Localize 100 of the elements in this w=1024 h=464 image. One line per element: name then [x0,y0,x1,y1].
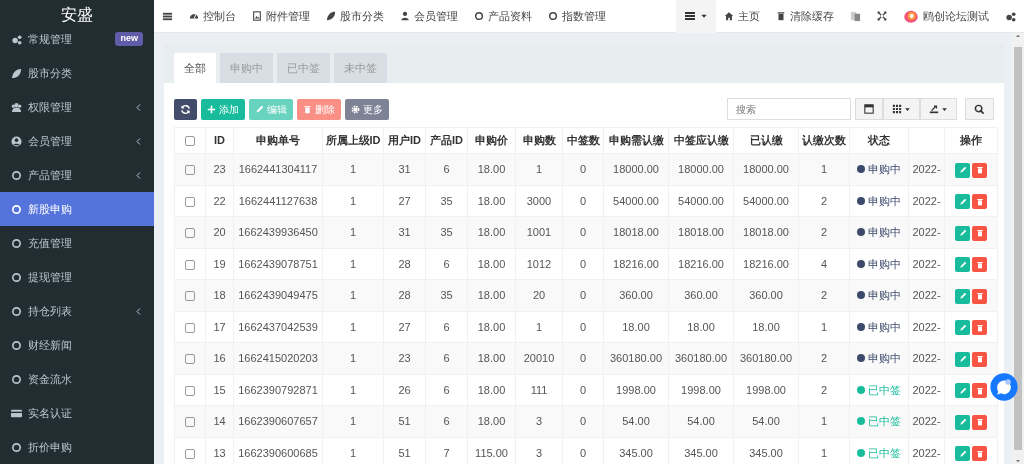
sidebar-item[interactable]: 充值管理 [0,226,154,260]
table-cell: 18 [213,289,226,301]
table-cell: 31 [398,226,411,238]
edit-button[interactable] [955,351,970,367]
column-header: 操作 [944,127,998,154]
table-cell: 6 [443,383,450,396]
sidebar-item[interactable]: 常规管理 new [0,22,154,56]
delete-button[interactable] [972,162,987,178]
table-cell: 1 [349,194,357,207]
delete-button[interactable] [972,446,987,462]
table-cell: 18.00 [477,194,506,207]
nav-link[interactable]: 指数管理 [540,0,614,33]
trash-icon [975,323,984,332]
table-cell: 20 [213,226,226,238]
nav-link[interactable]: 控制台 [181,0,244,33]
row-checkbox[interactable] [185,228,195,239]
tab[interactable]: 全部 [174,53,216,83]
table-cell: 4 [820,257,828,270]
row-checkbox[interactable] [185,354,195,365]
nav-link[interactable]: 附件管理 [244,0,318,33]
sidebar-item[interactable]: 实名认证 [0,396,154,430]
delete-button[interactable] [972,383,987,399]
delete-button[interactable] [972,225,987,241]
delete-button[interactable] [972,288,987,304]
row-checkbox[interactable] [185,385,195,396]
settings-icon[interactable] [1005,10,1016,22]
circle-icon [11,373,22,385]
edit-button[interactable] [955,414,970,430]
row-checkbox[interactable] [185,259,195,270]
sidebar-item[interactable]: 提现管理 [0,260,154,294]
sidebar-item[interactable]: 新股申购 [0,192,154,226]
row-checkbox[interactable] [185,322,195,333]
date-cell: 2022- [912,383,941,396]
user-icon [400,11,410,21]
date-cell: 2022- [912,163,941,175]
row-checkbox[interactable] [185,196,195,207]
user-menu[interactable]: 鸥创论坛测试 [895,0,997,33]
nav-link[interactable]: 产品资料 [466,0,540,33]
edit-button[interactable] [955,383,970,399]
row-checkbox[interactable] [185,417,195,428]
table-cell: 18216.00 [743,257,789,270]
pencil-icon [958,449,967,458]
menu-icon[interactable] [162,10,173,22]
table-cell: 23 [398,352,411,364]
chat-icon[interactable] [989,372,1019,402]
refresh-button[interactable] [174,98,197,120]
table-cell: 1 [349,257,357,270]
delete-button[interactable] [972,320,987,336]
toggle-view-button[interactable] [855,98,883,120]
nav-link[interactable]: 会员管理 [392,0,466,33]
table-cell: 1001 [526,226,552,238]
menu-dropdown[interactable] [676,0,716,33]
row-checkbox[interactable] [185,448,195,459]
edit-button[interactable] [955,446,970,462]
sidebar-item[interactable]: 股市分类 [0,56,154,90]
search-button[interactable] [965,98,994,120]
table-cell: 18000.00 [613,163,659,175]
more-button[interactable]: 更多 [345,98,389,120]
table-cell: 1998.00 [681,383,721,396]
nav-link[interactable]: 股市分类 [318,0,392,33]
date-cell: 2022- [912,320,941,333]
sidebar-item[interactable]: 财经新闻 [0,328,154,362]
edit-button[interactable] [955,320,970,336]
delete-button[interactable] [972,194,987,210]
dashboard-icon [189,11,199,21]
row-checkbox[interactable] [185,165,195,176]
sidebar-item[interactable]: 资金流水 [0,362,154,396]
status-text: 申购中 [868,226,901,238]
table-cell: 0 [579,194,587,207]
sidebar-item[interactable]: 权限管理 [0,90,154,124]
edit-button[interactable] [955,225,970,241]
table-cell: 2 [820,226,828,238]
column-header: ID [205,127,234,154]
table-cell: 6 [443,415,450,427]
row-checkbox[interactable] [185,291,195,302]
select-all-checkbox[interactable] [185,136,195,147]
table-cell: 1 [349,352,357,364]
delete-button[interactable] [972,414,987,430]
edit-button[interactable] [955,162,970,178]
fullscreen-icon[interactable] [877,11,887,21]
delete-button[interactable] [972,351,987,367]
nav-link[interactable]: 清除缓存 [768,0,842,33]
edit-button[interactable] [955,194,970,210]
columns-button[interactable] [883,98,920,120]
sidebar-item[interactable]: 折价申购 [0,430,154,464]
export-button[interactable] [920,98,957,120]
edit-button[interactable] [955,257,970,273]
scrollbar[interactable] [1012,33,1024,464]
sidebar-item[interactable]: 产品管理 [0,158,154,192]
table-cell: 18000.00 [743,163,789,175]
table-cell: 3 [535,415,543,427]
sidebar-item[interactable]: 会员管理 [0,124,154,158]
table-cell: 35 [440,289,453,301]
column-header: 已认缴 [733,127,799,154]
sidebar-item[interactable]: 持仓列表 [0,294,154,328]
search-field[interactable]: 搜索 [727,98,851,120]
nav-link[interactable]: 主页 [716,0,768,33]
edit-button[interactable] [955,288,970,304]
pencil-icon [958,229,967,238]
delete-button[interactable] [972,257,987,273]
